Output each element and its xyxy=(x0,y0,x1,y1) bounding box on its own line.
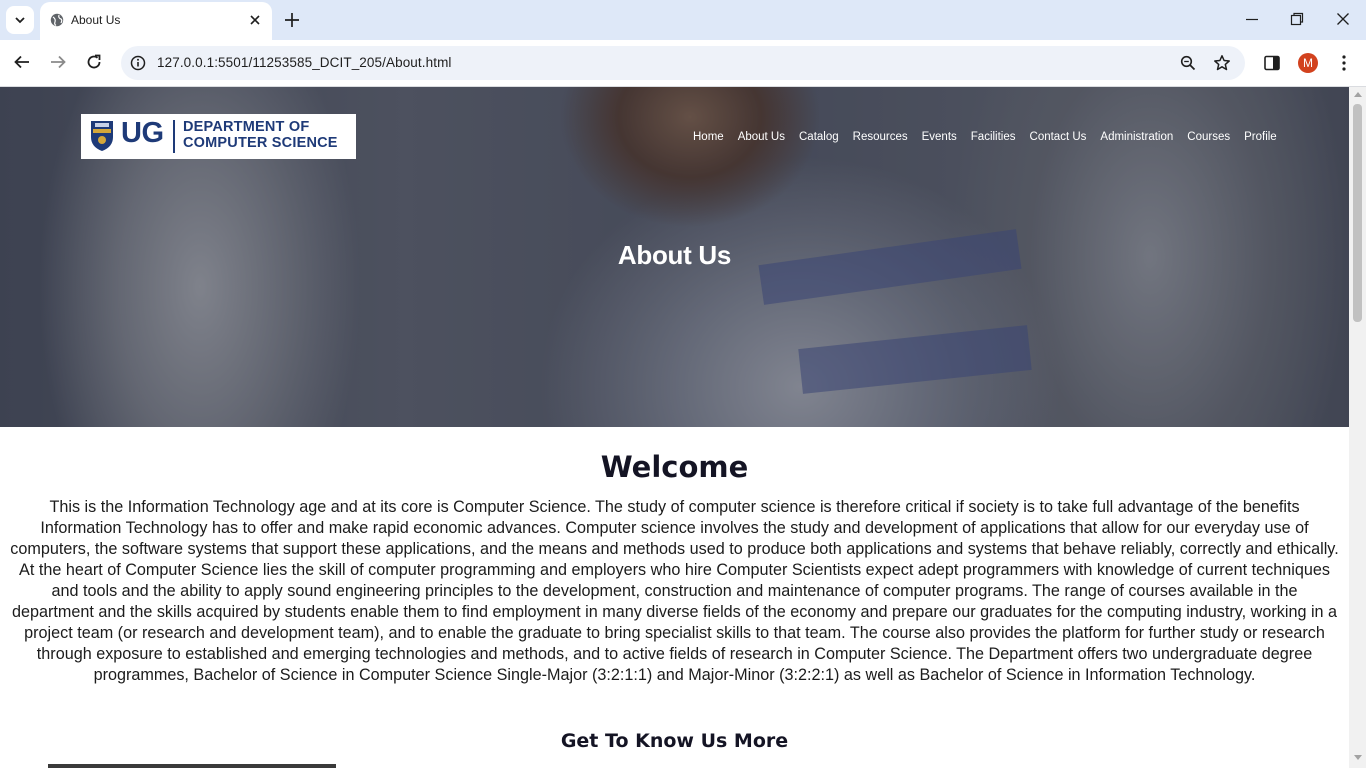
page-viewport: UG DEPARTMENT OF COMPUTER SCIENCE Home A… xyxy=(0,87,1349,768)
tab-title: About Us xyxy=(71,13,121,27)
hero-banner: UG DEPARTMENT OF COMPUTER SCIENCE Home A… xyxy=(0,87,1349,427)
nav-courses[interactable]: Courses xyxy=(1187,131,1230,143)
get-to-know-heading: Get To Know Us More xyxy=(560,730,789,752)
forward-arrow-icon[interactable] xyxy=(49,53,67,71)
nav-about-us[interactable]: About Us xyxy=(738,131,785,143)
logo-divider xyxy=(173,120,175,153)
logo-ug-text: UG xyxy=(121,117,164,149)
window-close-icon[interactable] xyxy=(1336,12,1350,26)
browser-tab-bar: About Us xyxy=(0,0,1366,40)
active-tab[interactable]: About Us xyxy=(40,2,272,40)
restore-icon[interactable] xyxy=(1290,12,1304,26)
logo-dept-line1: DEPARTMENT OF xyxy=(183,119,310,135)
section-divider xyxy=(48,764,336,768)
zoom-icon[interactable] xyxy=(1180,55,1196,71)
nav-resources[interactable]: Resources xyxy=(853,131,908,143)
globe-icon xyxy=(50,13,64,27)
profile-avatar[interactable]: M xyxy=(1298,53,1318,73)
scroll-up-arrow-icon[interactable] xyxy=(1354,92,1362,97)
reload-icon[interactable] xyxy=(85,53,103,71)
minimize-icon[interactable] xyxy=(1245,12,1259,26)
back-arrow-icon[interactable] xyxy=(13,53,31,71)
nav-events[interactable]: Events xyxy=(922,131,957,143)
close-icon[interactable] xyxy=(248,13,262,27)
welcome-heading: Welcome xyxy=(600,450,749,484)
url-text[interactable]: 127.0.0.1:5501/11253585_DCIT_205/About.h… xyxy=(157,55,452,70)
about-paragraph: This is the Information Technology age a… xyxy=(10,498,1339,684)
side-panel-icon[interactable] xyxy=(1263,54,1281,72)
site-logo[interactable]: UG DEPARTMENT OF COMPUTER SCIENCE xyxy=(81,114,356,159)
plus-icon[interactable] xyxy=(282,10,302,30)
nav-contact-us[interactable]: Contact Us xyxy=(1030,131,1087,143)
chevron-down-icon xyxy=(15,17,25,24)
main-nav: Home About Us Catalog Resources Events F… xyxy=(693,131,1291,143)
scroll-down-arrow-icon[interactable] xyxy=(1354,755,1362,760)
crest-icon xyxy=(91,121,113,151)
page-scrollbar[interactable] xyxy=(1349,87,1366,768)
address-bar[interactable]: 127.0.0.1:5501/11253585_DCIT_205/About.h… xyxy=(121,46,1245,80)
star-icon[interactable] xyxy=(1213,54,1231,72)
logo-department-text: DEPARTMENT OF COMPUTER SCIENCE xyxy=(183,119,338,151)
scrollbar-thumb[interactable] xyxy=(1353,104,1362,322)
nav-facilities[interactable]: Facilities xyxy=(971,131,1016,143)
hero-title: About Us xyxy=(617,240,732,270)
nav-administration[interactable]: Administration xyxy=(1100,131,1173,143)
more-vert-icon[interactable] xyxy=(1336,54,1352,72)
nav-profile[interactable]: Profile xyxy=(1244,131,1277,143)
nav-home[interactable]: Home xyxy=(693,131,724,143)
nav-catalog[interactable]: Catalog xyxy=(799,131,839,143)
browser-toolbar: 127.0.0.1:5501/11253585_DCIT_205/About.h… xyxy=(0,40,1366,87)
info-icon[interactable] xyxy=(130,55,146,71)
logo-dept-line2: COMPUTER SCIENCE xyxy=(183,134,338,151)
tab-search-button[interactable] xyxy=(6,6,34,34)
